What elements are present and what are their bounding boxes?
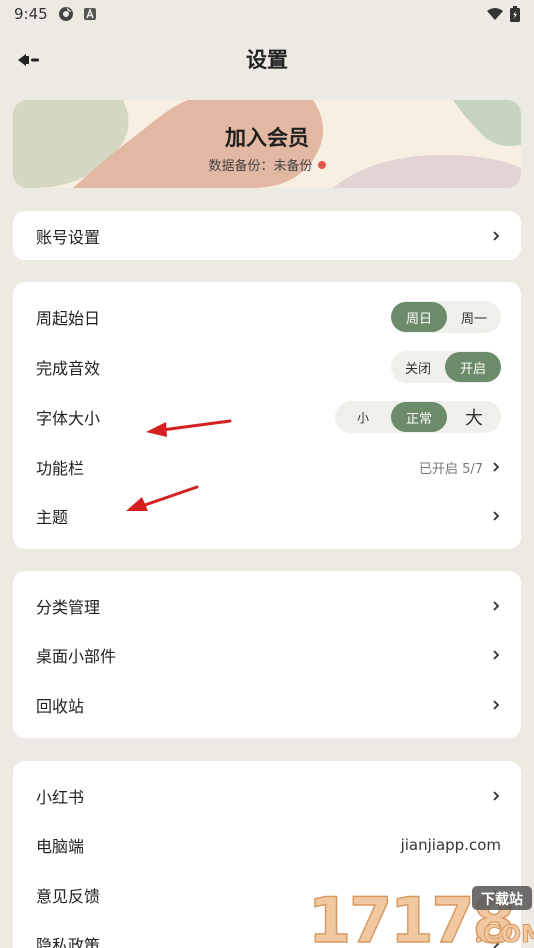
settings-icon — [58, 7, 73, 21]
page-title: 设置 — [246, 48, 288, 72]
category-label: 分类管理 — [36, 598, 101, 617]
week-start-monday[interactable]: 周一 — [447, 302, 501, 332]
font-size-small[interactable]: 小 — [335, 402, 391, 432]
theme-row[interactable]: 主题 — [13, 491, 521, 541]
widget-row[interactable]: 桌面小部件 — [13, 630, 521, 680]
account-card: 账号设置 — [13, 211, 521, 260]
sound-selector: 关闭 开启 — [391, 351, 501, 383]
week-start-selector: 周日 周一 — [391, 301, 501, 333]
banner-title: 加入会员 — [225, 126, 309, 150]
manage-card: 分类管理 桌面小部件 回收站 — [13, 571, 521, 738]
chevron-right-icon — [493, 462, 500, 472]
watermark-graphic: 17178 下载站 .COM — [307, 883, 534, 948]
font-size-large[interactable]: 大 — [447, 402, 501, 432]
toolbar-label: 功能栏 — [36, 459, 85, 478]
trash-label: 回收站 — [36, 697, 85, 716]
wifi-icon — [487, 8, 503, 20]
xiaohongshu-label: 小红书 — [36, 788, 85, 807]
week-start-row: 周起始日 周日 周一 — [13, 292, 521, 342]
desktop-url[interactable]: jianjiapp.com — [401, 836, 501, 854]
status-dot — [317, 161, 326, 169]
membership-banner[interactable]: 加入会员 数据备份：未备份 — [13, 100, 521, 188]
watermark-logo: 17178 下载站 .COM — [304, 882, 534, 948]
week-start-sunday[interactable]: 周日 — [391, 302, 447, 332]
xiaohongshu-row[interactable]: 小红书 — [13, 771, 521, 821]
font-size-label: 字体大小 — [36, 409, 101, 428]
status-bar: 9:45 — [0, 0, 534, 28]
toolbar-value: 已开启 5/7 — [418, 461, 483, 477]
back-icon[interactable] — [16, 50, 44, 70]
chevron-right-icon — [493, 700, 500, 710]
banner-subtitle: 数据备份：未备份 — [13, 155, 521, 174]
top-bar: 设置 — [0, 28, 534, 90]
privacy-label: 隐私政策 — [36, 936, 101, 948]
sound-off[interactable]: 关闭 — [391, 352, 445, 382]
trash-row[interactable]: 回收站 — [13, 680, 521, 730]
chevron-right-icon — [493, 511, 500, 521]
feedback-label: 意见反馈 — [36, 887, 101, 906]
sound-row: 完成音效 关闭 开启 — [13, 342, 521, 392]
a-icon — [83, 7, 96, 20]
widget-label: 桌面小部件 — [36, 647, 117, 666]
chevron-right-icon — [493, 230, 500, 241]
sound-on[interactable]: 开启 — [445, 352, 501, 382]
font-size-normal[interactable]: 正常 — [391, 402, 447, 432]
week-start-label: 周起始日 — [36, 309, 101, 328]
chevron-right-icon — [493, 650, 500, 660]
desktop-label: 电脑端 — [36, 837, 85, 856]
account-settings-label: 账号设置 — [36, 227, 101, 247]
desktop-row[interactable]: 电脑端 jianjiapp.com — [13, 820, 521, 870]
category-row[interactable]: 分类管理 — [13, 581, 521, 631]
preferences-card: 周起始日 周日 周一 完成音效 关闭 开启 字体大小 小 正常 大 功能栏 已开… — [13, 282, 521, 549]
font-size-selector: 小 正常 大 — [335, 401, 501, 433]
chevron-right-icon — [493, 791, 500, 801]
battery-icon — [510, 6, 520, 22]
svg-text:下载站: 下载站 — [481, 891, 523, 908]
font-size-row: 字体大小 小 正常 大 — [13, 392, 521, 442]
sound-label: 完成音效 — [36, 359, 101, 378]
theme-label: 主题 — [36, 508, 69, 527]
backup-status: 数据备份：未备份 — [208, 159, 313, 174]
toolbar-row[interactable]: 功能栏 已开启 5/7 — [13, 442, 521, 492]
svg-text:.COM: .COM — [474, 920, 534, 948]
account-settings-row[interactable]: 账号设置 — [13, 211, 521, 260]
status-time: 9:45 — [14, 5, 48, 23]
chevron-right-icon — [493, 601, 500, 611]
